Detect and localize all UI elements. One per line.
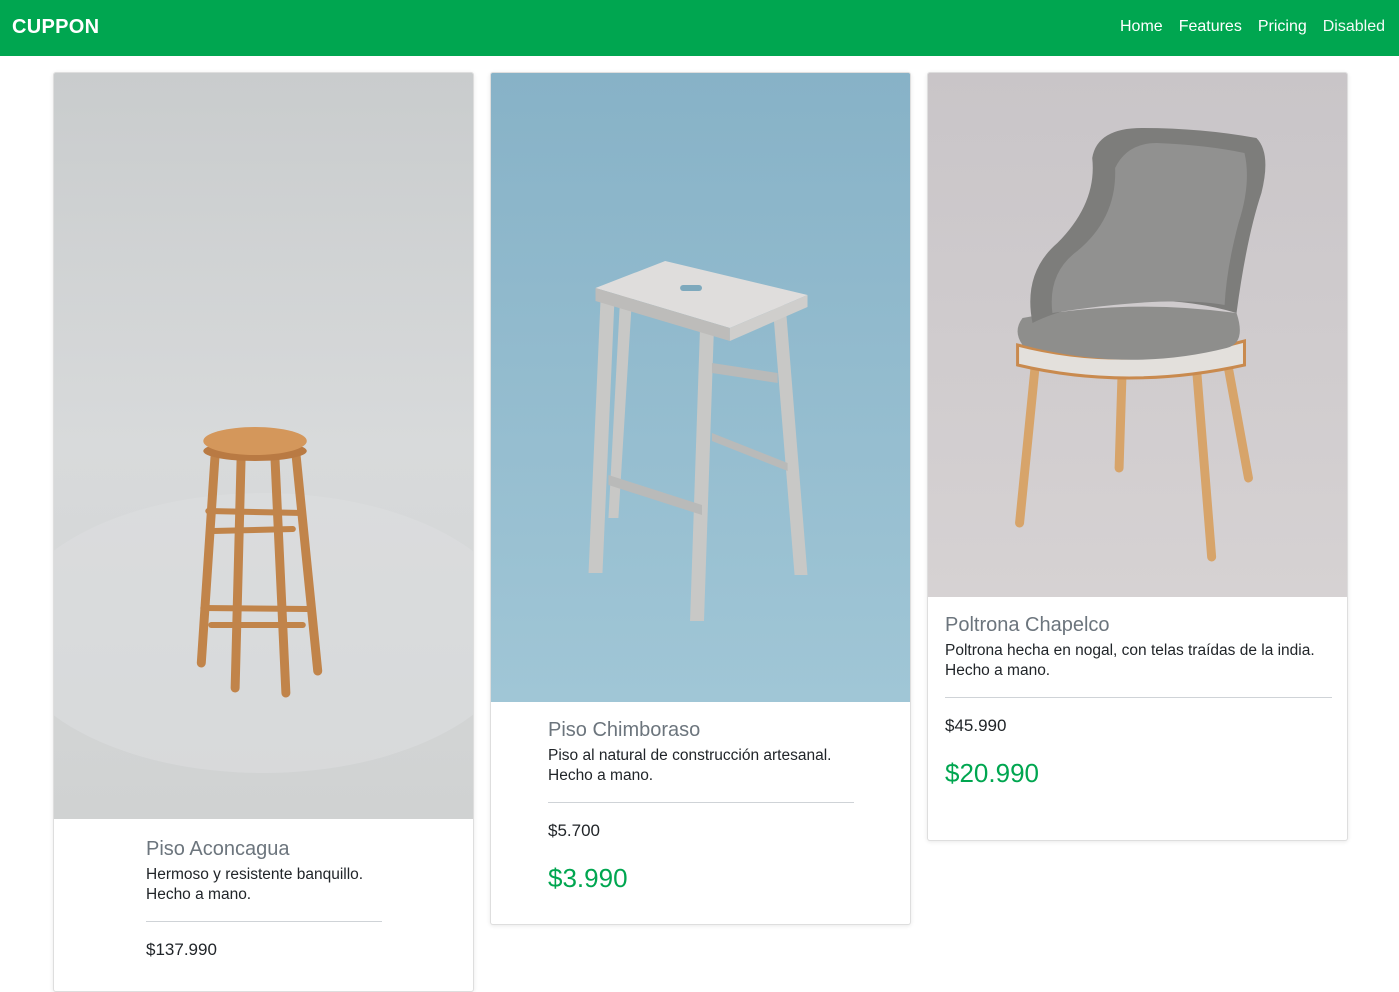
product-card-chimboraso: Piso Chimboraso Piso al natural de const… [490, 72, 911, 925]
divider [548, 802, 854, 803]
product-card-aconcagua: Piso Aconcagua Hermoso y resistente banq… [53, 72, 474, 992]
product-card-chapelco: Poltrona Chapelco Poltrona hecha en noga… [927, 72, 1348, 841]
product-card-body: Piso Chimboraso Piso al natural de const… [548, 718, 854, 894]
description-line: Poltrona hecha en nogal, con telas traíd… [945, 642, 1315, 659]
product-image-grey-stool [491, 73, 910, 702]
product-description: Hermoso y resistente banquillo. Hecho a … [146, 865, 382, 904]
product-image-armchair [928, 73, 1347, 597]
product-card-body: Poltrona Chapelco Poltrona hecha en noga… [945, 613, 1332, 789]
product-title: Piso Aconcagua [146, 838, 290, 860]
product-description: Piso al natural de construcción artesana… [548, 746, 854, 785]
divider [945, 697, 1332, 698]
old-price: $5.700 [548, 821, 600, 840]
description-line: Hecho a mano. [945, 661, 1051, 679]
product-image-wooden-stool [54, 73, 473, 819]
navbar: CUPPON Home Features Pricing Disabled [0, 0, 1399, 56]
product-card-body: Piso Aconcagua Hermoso y resistente banq… [146, 837, 382, 982]
brand-logo[interactable]: CUPPON [12, 16, 99, 39]
old-price: $45.990 [945, 716, 1007, 735]
nav-link-home[interactable]: Home [1120, 18, 1163, 36]
nav-links: Home Features Pricing Disabled [1104, 18, 1385, 36]
divider [146, 921, 382, 922]
description-line: Hecho a mano. [146, 885, 252, 903]
sale-price: $3.990 [548, 863, 628, 893]
sale-price: $20.990 [945, 758, 1039, 788]
old-price: $137.990 [146, 940, 217, 959]
product-description: Poltrona hecha en nogal, con telas traíd… [945, 641, 1332, 680]
product-title: Piso Chimboraso [548, 719, 701, 741]
description-line: Hermoso y resistente banquillo. [146, 866, 364, 883]
product-title: Poltrona Chapelco [945, 614, 1110, 636]
nav-link-disabled: Disabled [1322, 18, 1385, 35]
nav-link-features[interactable]: Features [1179, 18, 1242, 36]
description-line: Hecho a mano. [548, 766, 654, 784]
nav-link-pricing[interactable]: Pricing [1258, 18, 1307, 36]
description-line: Piso al natural de construcción artesana… [548, 747, 832, 764]
